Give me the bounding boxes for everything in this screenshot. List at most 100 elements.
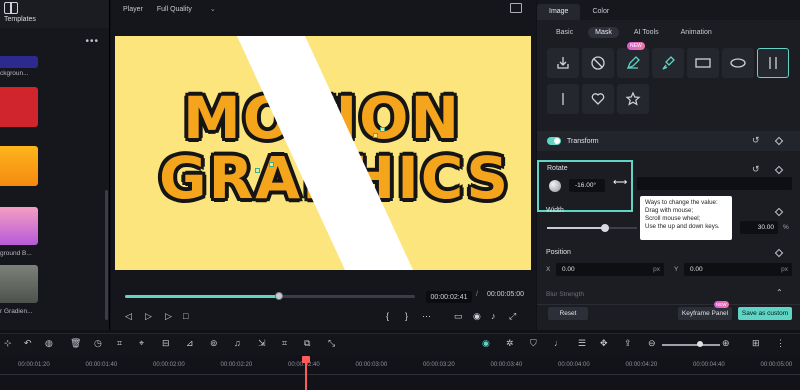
more-options-icon[interactable]: ⋮: [776, 339, 785, 348]
rotate-value-field[interactable]: -16.00°: [569, 179, 605, 192]
save-as-custom-button[interactable]: Save as custom: [738, 307, 792, 320]
template-thumb-5[interactable]: [0, 265, 38, 303]
mark-out-icon[interactable]: }: [405, 312, 408, 321]
ellipse-icon: [730, 58, 746, 68]
keyframe-diamond-icon[interactable]: [774, 165, 784, 175]
keyframe-panel-button[interactable]: Keyframe Panel: [678, 307, 732, 320]
keyframe-diamond-icon[interactable]: [774, 248, 784, 258]
detach-icon[interactable]: ⇲: [258, 339, 266, 348]
progress-knob[interactable]: [274, 292, 283, 300]
export-icon[interactable]: ⇪: [624, 339, 632, 348]
mark-in-icon[interactable]: {: [386, 312, 389, 321]
snapshot-icon[interactable]: [510, 3, 522, 13]
audio-icon[interactable]: ♪: [491, 312, 496, 321]
tab-color[interactable]: Color: [580, 4, 621, 20]
y-value: 0.00: [690, 266, 703, 273]
crop-icon[interactable]: ⌗: [282, 339, 287, 348]
quality-select[interactable]: Full Quality ⌄: [157, 5, 216, 14]
timer-icon[interactable]: ◷: [94, 339, 102, 348]
preview-canvas[interactable]: MOTION GRAPHICS: [115, 36, 531, 270]
mask-import-button[interactable]: [547, 48, 579, 78]
rotate-control[interactable]: Rotate -16.00° ⟷: [537, 160, 633, 212]
speed-icon[interactable]: ⊚: [210, 339, 218, 348]
reset-icon[interactable]: ↺: [752, 164, 760, 175]
x-unit: px: [653, 266, 660, 273]
templates-header[interactable]: Templates: [0, 0, 109, 28]
width-label: Width: [546, 207, 564, 214]
split-icon[interactable]: ⊟: [162, 339, 170, 348]
select-tool-icon[interactable]: ⊹: [4, 339, 12, 348]
mask-none-button[interactable]: [582, 48, 614, 78]
audio-icon[interactable]: ♫: [234, 339, 241, 348]
zoom-in-icon[interactable]: ⊕: [722, 339, 730, 348]
mask-pen-button[interactable]: [617, 48, 649, 78]
mask-handle[interactable]: [380, 127, 385, 132]
undo-icon[interactable]: ↶: [24, 339, 32, 348]
x-value: 0.00: [562, 266, 575, 273]
mask-double-line-button[interactable]: [757, 48, 789, 78]
mask-heart-button[interactable]: [582, 84, 614, 114]
rotate-input-extension[interactable]: [637, 177, 792, 190]
subtab-ai-tools[interactable]: AI Tools: [627, 27, 666, 38]
template-thumb-4[interactable]: [0, 207, 38, 245]
playhead[interactable]: [305, 357, 307, 390]
transform-toggle[interactable]: [547, 137, 561, 145]
template-thumb-3[interactable]: [0, 146, 38, 186]
zoom-slider-knob[interactable]: [697, 341, 703, 347]
list-icon[interactable]: ☰: [578, 339, 586, 348]
chevron-up-icon[interactable]: ⌃: [776, 288, 783, 297]
template-thumb-1[interactable]: [0, 56, 38, 68]
width-value-field[interactable]: 30.00: [740, 221, 778, 234]
reset-button[interactable]: Reset: [548, 307, 588, 320]
next-frame-icon[interactable]: ▷: [165, 312, 172, 321]
star-icon: [625, 91, 641, 106]
transform-section[interactable]: Transform: [537, 131, 800, 151]
mask-single-line-button[interactable]: [547, 84, 579, 114]
subtab-basic[interactable]: Basic: [549, 27, 580, 38]
reset-icon[interactable]: ↺: [752, 135, 760, 146]
rotate-dial[interactable]: [549, 180, 561, 192]
mask-brush-button[interactable]: [652, 48, 684, 78]
tab-image[interactable]: Image: [537, 4, 581, 20]
subtab-mask[interactable]: Mask: [588, 26, 619, 38]
template-thumb-2[interactable]: [0, 87, 38, 127]
heart-icon: [591, 93, 605, 105]
crop-icon[interactable]: ⌗: [117, 339, 122, 348]
shield-icon[interactable]: ⛉: [530, 339, 537, 348]
width-slider[interactable]: [547, 224, 637, 232]
magic-icon[interactable]: ✥: [600, 339, 608, 348]
camera-icon[interactable]: ◉: [473, 312, 481, 321]
pip-icon[interactable]: ⧉: [304, 339, 310, 348]
display-icon[interactable]: ▭: [454, 312, 463, 321]
zoom-out-icon[interactable]: ⊖: [648, 339, 656, 348]
mask-handle[interactable]: [373, 133, 378, 138]
more-options-icon[interactable]: •••: [85, 36, 99, 47]
playback-progress[interactable]: [125, 292, 415, 300]
more-options-icon[interactable]: ⋯: [422, 312, 431, 321]
render-icon[interactable]: ◉: [482, 339, 490, 348]
mask-handle[interactable]: [269, 162, 274, 167]
fullscreen-icon[interactable]: ⤢: [509, 312, 516, 321]
mask-rectangle-button[interactable]: [687, 48, 719, 78]
timeline-ruler[interactable]: [0, 355, 800, 390]
delete-icon[interactable]: 🗑: [70, 339, 81, 348]
mask-star-button[interactable]: [617, 84, 649, 114]
templates-scrollbar[interactable]: [105, 190, 108, 320]
keyframe-diamond-icon[interactable]: [774, 207, 784, 217]
zoom-slider[interactable]: [662, 344, 720, 346]
color-icon[interactable]: ◍: [45, 339, 53, 348]
play-icon[interactable]: ▷: [145, 312, 152, 321]
subtab-animation[interactable]: Animation: [674, 27, 719, 38]
fit-icon[interactable]: ⤡: [328, 339, 335, 348]
mask-handle[interactable]: [255, 168, 260, 173]
x-position-field[interactable]: 0.00 px: [556, 263, 664, 276]
y-position-field[interactable]: 0.00 px: [684, 263, 792, 276]
mic-icon[interactable]: ♩: [554, 339, 563, 348]
grid-icon[interactable]: ⊞: [752, 339, 760, 348]
marker-icon[interactable]: ⊿: [186, 339, 194, 348]
prev-frame-icon[interactable]: ◁: [125, 312, 132, 321]
settings-icon[interactable]: ✲: [506, 339, 514, 348]
mask-ellipse-button[interactable]: [722, 48, 754, 78]
tag-icon[interactable]: ⌖: [139, 339, 144, 348]
stop-icon[interactable]: □: [183, 312, 188, 321]
